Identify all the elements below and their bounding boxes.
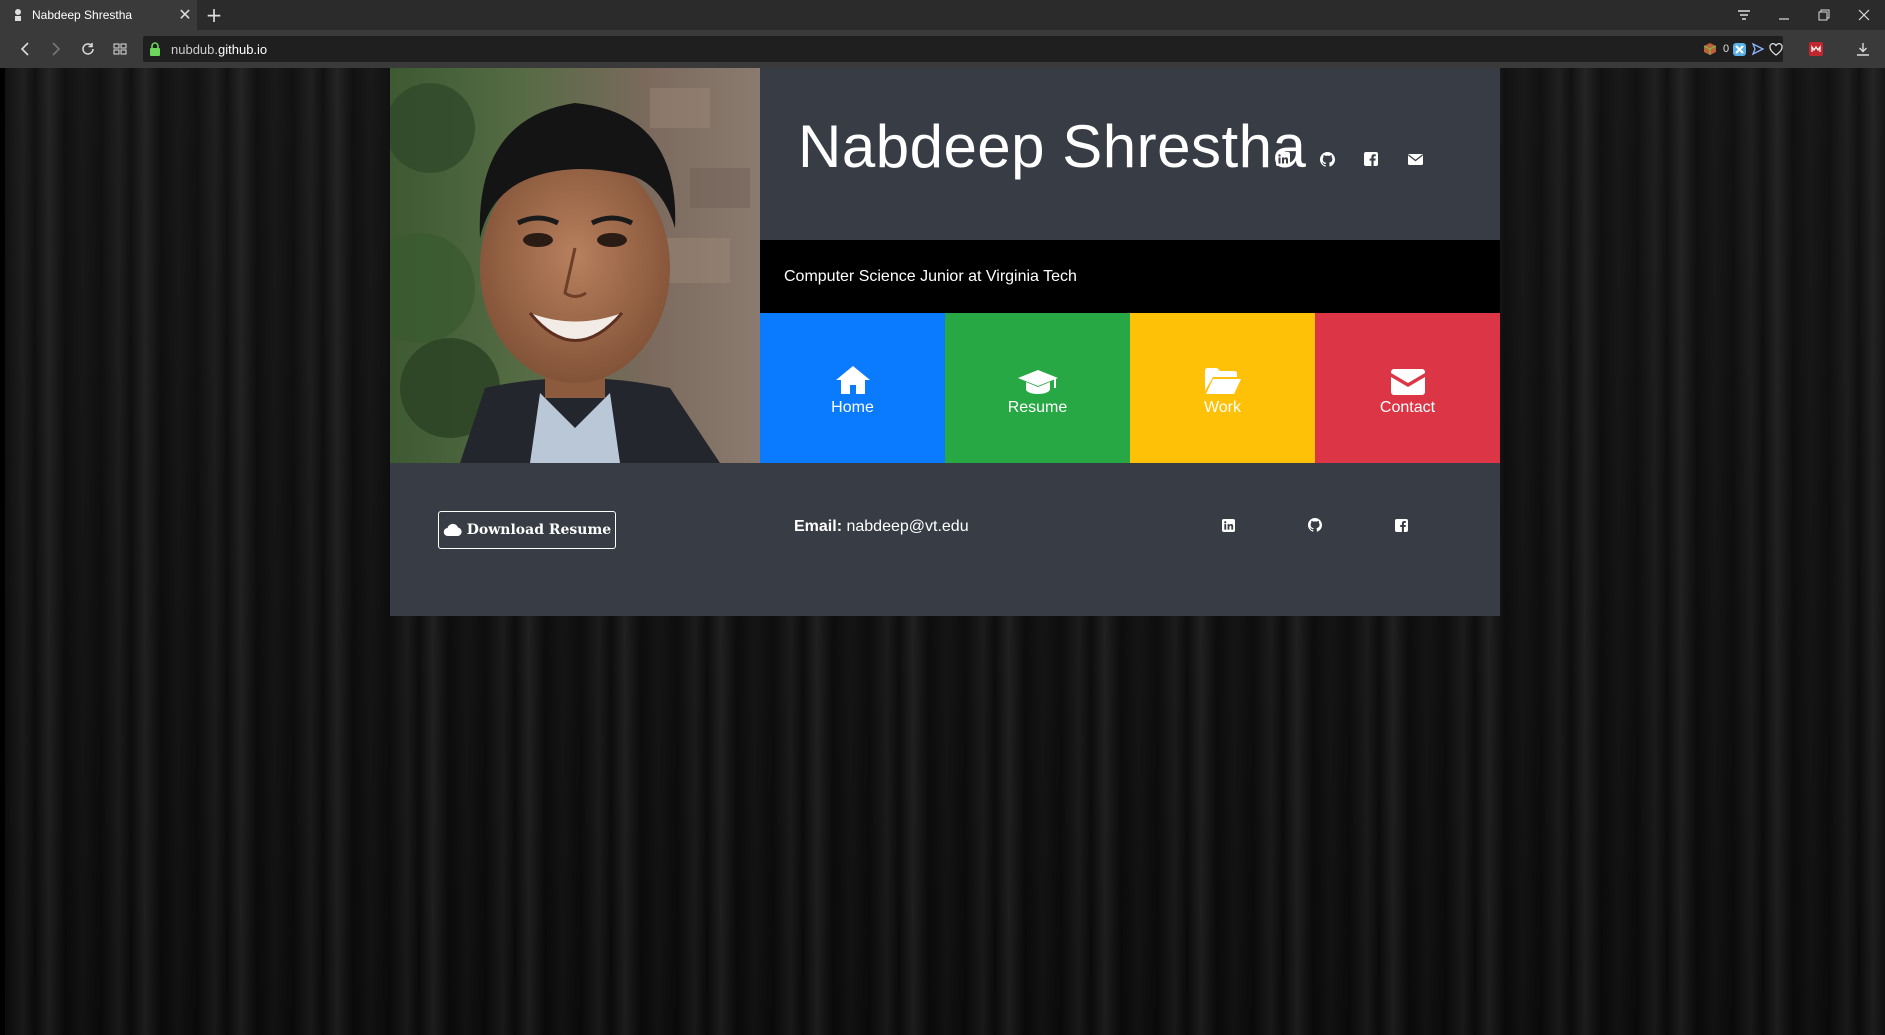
profile-photo [390, 68, 760, 463]
close-window-icon[interactable] [1846, 0, 1882, 30]
browser-tab[interactable]: Nabdeep Shrestha ✕ [0, 0, 197, 30]
tagline: Computer Science Junior at Virginia Tech [760, 240, 1500, 313]
forward-icon[interactable] [44, 37, 68, 61]
nav-tile-label: Contact [1379, 398, 1436, 416]
nav-tile-resume[interactable]: Resume [945, 313, 1130, 464]
tab-close-icon[interactable]: ✕ [173, 5, 197, 25]
email-address[interactable]: nabdeep@vt.edu [846, 518, 968, 535]
email-label: Email: [794, 518, 843, 535]
linkedin-icon[interactable] [1218, 515, 1238, 535]
extension-counter: 0 [1722, 43, 1730, 55]
profile-footer: Download Resume Email: nabdeep@vt.edu [390, 463, 1500, 616]
github-icon[interactable] [1305, 515, 1325, 535]
nav-tile-contact[interactable]: Contact [1315, 313, 1500, 464]
linkedin-icon[interactable] [1272, 148, 1294, 170]
home-icon [835, 361, 871, 395]
envelope-icon [1390, 361, 1425, 395]
folder-open-icon [1204, 361, 1242, 395]
nav-tiles: Home Resume Work Contact [760, 313, 1500, 464]
tab-list-icon[interactable] [1726, 0, 1762, 30]
download-icon[interactable] [1855, 41, 1871, 57]
extension-cube-icon[interactable] [1702, 41, 1718, 57]
restore-icon[interactable] [1806, 0, 1842, 30]
minimize-icon[interactable] [1766, 0, 1802, 30]
envelope-icon[interactable] [1404, 148, 1426, 170]
facebook-icon[interactable] [1360, 148, 1382, 170]
page-title: Nabdeep Shrestha [798, 113, 1307, 180]
facebook-icon[interactable] [1391, 515, 1411, 535]
github-icon[interactable] [1316, 148, 1338, 170]
browser-tab-bar: Nabdeep Shrestha ✕ + [0, 0, 1885, 30]
profile-card: Nabdeep Shrestha Computer Science Junior… [390, 68, 1500, 616]
heart-icon[interactable] [1768, 41, 1784, 57]
nav-tile-home[interactable]: Home [760, 313, 945, 464]
new-tab-button[interactable]: + [202, 0, 226, 30]
nav-tile-label: Work [1203, 398, 1242, 416]
favicon-icon [10, 7, 26, 23]
nav-tile-label: Home [831, 398, 874, 416]
blocker-extension-icon[interactable] [1732, 41, 1746, 57]
speed-dial-icon[interactable] [108, 37, 132, 61]
red-extension-icon[interactable] [1808, 41, 1824, 57]
graduation-cap-icon [1017, 361, 1059, 395]
send-icon[interactable] [1750, 41, 1766, 57]
cloud-icon [443, 523, 463, 537]
reload-icon[interactable] [76, 37, 100, 61]
download-resume-button[interactable]: Download Resume [438, 511, 616, 549]
profile-header: Nabdeep Shrestha [760, 68, 1500, 240]
nav-tile-work[interactable]: Work [1130, 313, 1315, 464]
email-line: Email: nabdeep@vt.edu [794, 518, 969, 536]
nav-tile-label: Resume [1007, 398, 1068, 416]
tab-title: Nabdeep Shrestha [32, 8, 133, 22]
address-bar[interactable]: nubdub.github.io [143, 36, 1783, 62]
back-icon[interactable] [13, 37, 37, 61]
lock-icon [149, 42, 165, 56]
download-resume-label: Download Resume [466, 522, 612, 538]
browser-toolbar: nubdub.github.io [0, 30, 1885, 68]
url-text: nubdub.github.io [171, 41, 268, 57]
